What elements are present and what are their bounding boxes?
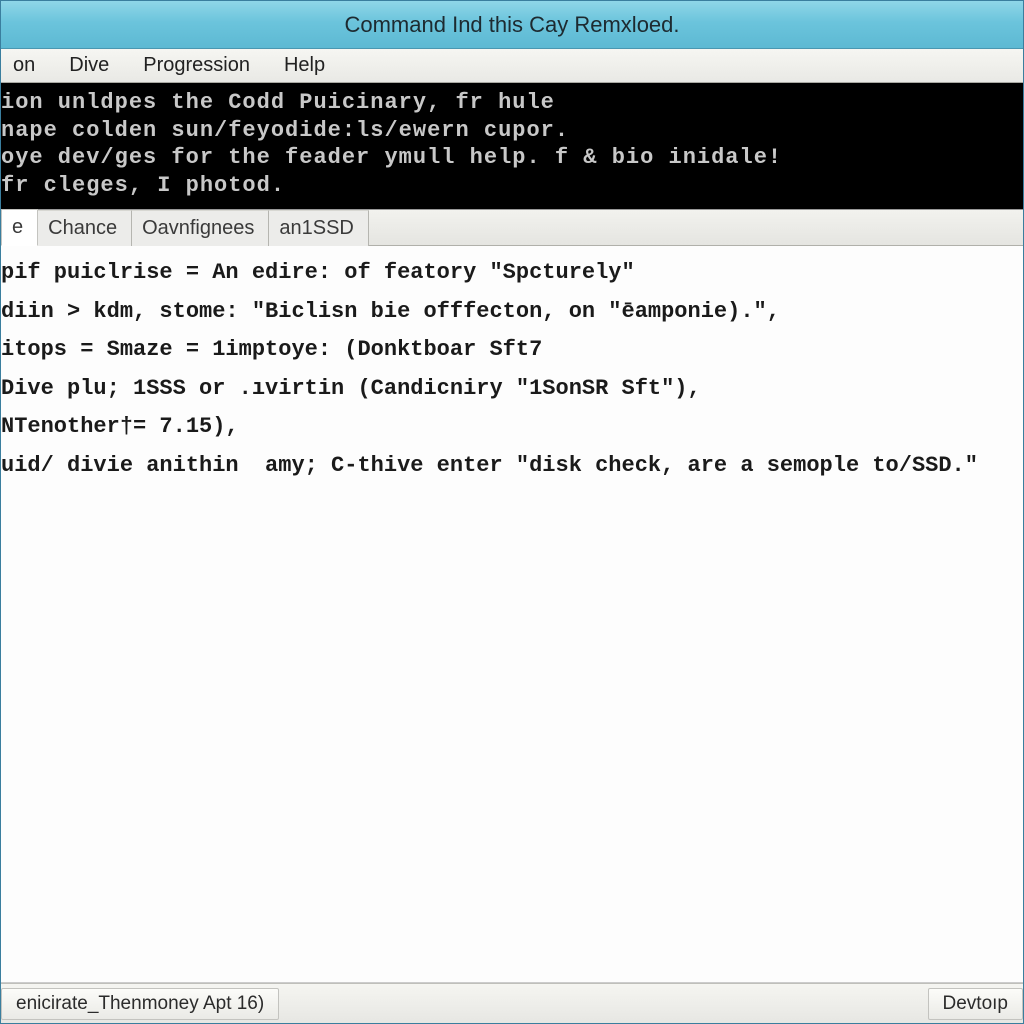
window-title: Command Ind this Cay Remxloed. xyxy=(344,12,679,38)
console-output: ion unldpes the Codd Puicinary, fr hule … xyxy=(1,83,1023,210)
editor-line: Dive plu; 1SSS or .ıvirtin (Candicniry "… xyxy=(1,376,701,401)
app-window: Command Ind this Cay Remxloed. on Dive P… xyxy=(0,0,1024,1024)
titlebar[interactable]: Command Ind this Cay Remxloed. xyxy=(1,1,1023,49)
editor-line: NTenother†= 7.15), xyxy=(1,414,239,439)
editor-line: diin > kdm, stome: "Biclisn bie offfecto… xyxy=(1,299,780,324)
menu-progression[interactable]: Progression xyxy=(137,50,256,81)
status-left-panel[interactable]: enicirate_Thenmoney Apt 16) xyxy=(1,988,279,1020)
console-line: nape colden sun/feyodide:ls/ewern cupor. xyxy=(1,118,569,143)
menubar: on Dive Progression Help xyxy=(1,49,1023,83)
console-line: fr cleges, I photod. xyxy=(1,173,285,198)
menu-dive[interactable]: Dive xyxy=(63,50,115,81)
editor-pane[interactable]: pif puiclrise = An edire: of featory "Sp… xyxy=(1,246,1023,983)
statusbar: enicirate_Thenmoney Apt 16) Devtoıp xyxy=(1,983,1023,1023)
editor-line: pif puiclrise = An edire: of featory "Sp… xyxy=(1,260,635,285)
console-line: oye dev/ges for the feader ymull help. f… xyxy=(1,145,782,170)
editor-line: itops = Smaze = 1imptoye: (Donktboar Sft… xyxy=(1,337,542,362)
menu-on[interactable]: on xyxy=(7,50,41,81)
editor-line: uid/ divie anithin amy; C-thive enter "d… xyxy=(1,453,978,478)
tab-oavnfignees[interactable]: Oavnfignees xyxy=(132,210,269,246)
tab-an1ssd[interactable]: an1SSD xyxy=(269,210,369,246)
tab-chance[interactable]: Chance xyxy=(38,210,132,246)
tab-e[interactable]: e xyxy=(1,209,38,246)
menu-help[interactable]: Help xyxy=(278,50,331,81)
status-right-panel[interactable]: Devtoıp xyxy=(928,988,1023,1020)
tabstrip: e Chance Oavnfignees an1SSD xyxy=(1,210,1023,246)
console-line: ion unldpes the Codd Puicinary, fr hule xyxy=(1,90,555,115)
